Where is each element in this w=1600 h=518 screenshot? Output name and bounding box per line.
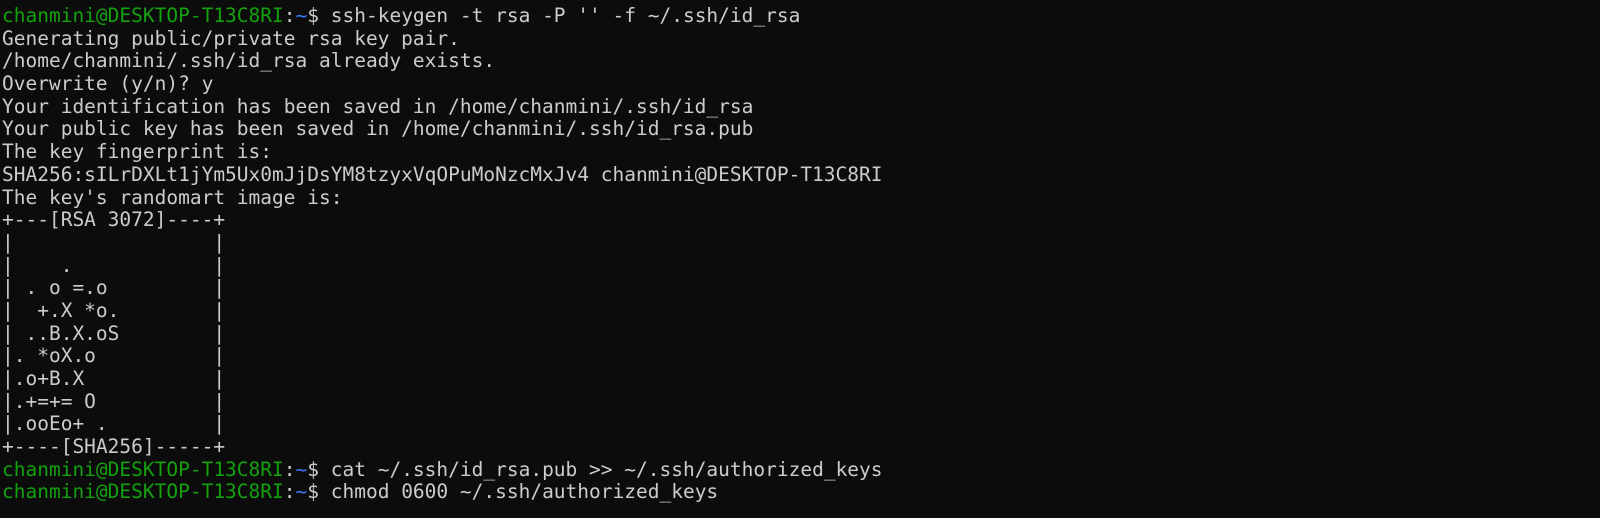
output-line: /home/chanmini/.ssh/id_rsa already exist… — [2, 49, 496, 73]
randomart-border-top: +---[RSA 3072]----+ — [2, 208, 226, 232]
prompt-line: chanmini@DESKTOP-T13C8RI:~$ ssh-keygen -… — [2, 4, 1600, 28]
randomart-row: | ..B.X.oS | — [2, 321, 226, 345]
fingerprint-line: SHA256:sILrDXLt1jYm5Ux0mJjDsYM8tzyxVqOPu… — [2, 162, 883, 186]
output-line: The key fingerprint is: — [2, 140, 273, 164]
randomart-row: | +.X *o. | — [2, 298, 226, 322]
prompt-line: chanmini@DESKTOP-T13C8RI:~$ chmod 0600 ~… — [2, 481, 1600, 504]
randomart-row: | | — [2, 230, 226, 254]
randomart-row: |. *oX.o | — [2, 344, 226, 368]
randomart-border-bottom: +----[SHA256]-----+ — [2, 435, 226, 459]
prompt-dollar: $ — [307, 4, 331, 27]
prompt-userhost: chanmini@DESKTOP-T13C8RI — [2, 4, 284, 27]
output-line: Your identification has been saved in /h… — [2, 94, 754, 118]
command-text: cat ~/.ssh/id_rsa.pub >> ~/.ssh/authoriz… — [330, 457, 883, 481]
randomart-row: | . | — [2, 253, 226, 277]
randomart-row: |.+=+= O | — [2, 389, 226, 413]
prompt-userhost: chanmini@DESKTOP-T13C8RI — [2, 457, 284, 481]
command-text: ssh-keygen -t rsa -P '' -f ~/.ssh/id_rsa — [330, 4, 801, 27]
prompt-separator: : — [283, 457, 296, 481]
prompt-separator: : — [283, 4, 296, 27]
command-text: chmod 0600 ~/.ssh/authorized_keys — [330, 480, 719, 504]
randomart-row: |.ooEo+ . | — [2, 412, 226, 436]
output-line: Generating public/private rsa key pair. — [2, 26, 460, 50]
prompt-dollar: $ — [307, 457, 331, 481]
output-line: Your public key has been saved in /home/… — [2, 117, 754, 141]
terminal-window[interactable]: chanmini@DESKTOP-T13C8RI:~$ ssh-keygen -… — [0, 0, 1600, 518]
randomart-row: | . o =.o | — [2, 276, 226, 300]
randomart-row: |.o+B.X | — [2, 367, 226, 390]
output-line: Overwrite (y/n)? y — [2, 72, 214, 96]
output-line: The key's randomart image is: — [2, 185, 343, 209]
prompt-path: ~ — [295, 480, 308, 504]
prompt-path: ~ — [295, 457, 308, 481]
prompt-separator: : — [283, 480, 296, 504]
prompt-path: ~ — [295, 4, 308, 27]
prompt-dollar: $ — [307, 480, 331, 504]
prompt-userhost: chanmini@DESKTOP-T13C8RI — [2, 480, 284, 504]
prompt-line: chanmini@DESKTOP-T13C8RI:~$ cat ~/.ssh/i… — [2, 457, 1600, 482]
